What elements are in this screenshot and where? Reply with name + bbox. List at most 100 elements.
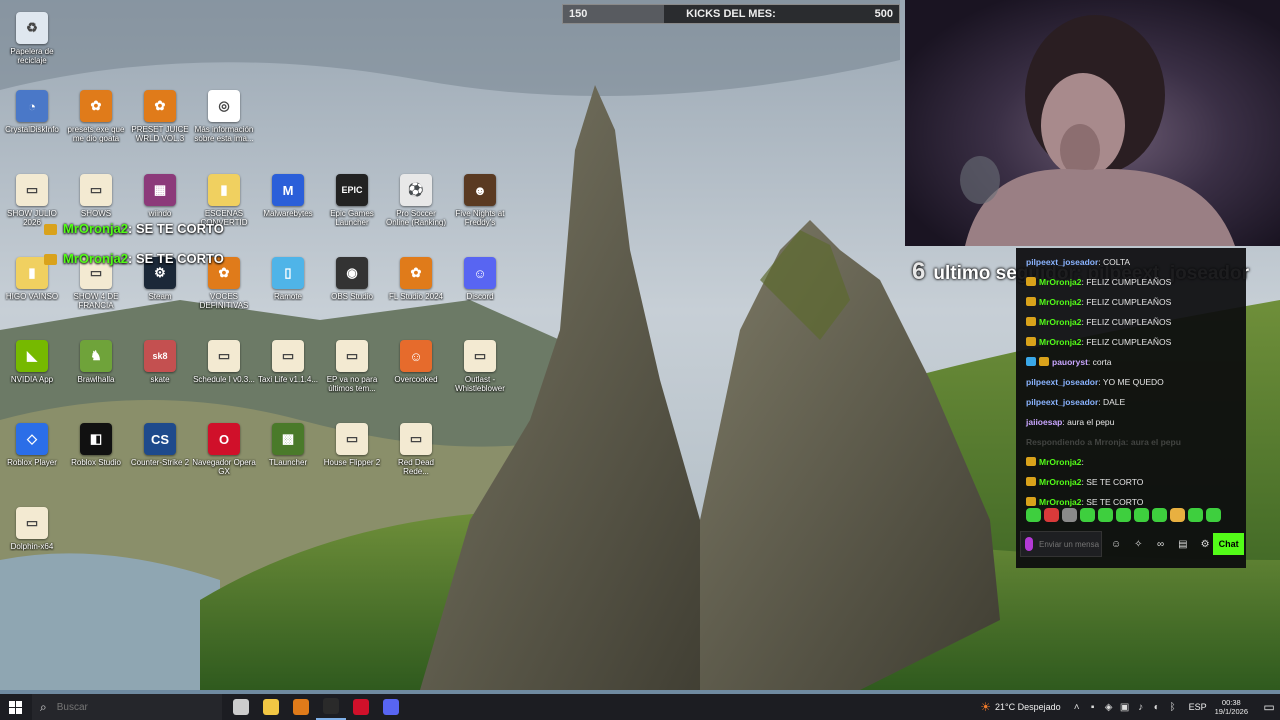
chat-message-text: : DALE [1098, 397, 1126, 407]
desktop-icon[interactable]: ▭ EP va no para últimos tem... [320, 338, 384, 416]
chat-username[interactable]: pauoryst [1052, 357, 1088, 367]
desktop-icon[interactable]: ▩ TLauncher [256, 421, 320, 499]
chat-username[interactable]: MrOronja2 [1039, 317, 1082, 327]
chat-username[interactable]: MrOronja2 [1039, 457, 1082, 467]
bluetooth-icon[interactable]: ᛒ [1165, 702, 1181, 713]
emote-icon[interactable] [1098, 508, 1113, 522]
notification-center-icon[interactable]: ▭ [1258, 700, 1280, 714]
desktop-icon[interactable]: sk8 skate [128, 338, 192, 416]
volume-icon[interactable]: ♪ [1133, 702, 1149, 713]
desktop-icon[interactable]: ✿ PRESET JUICE WRLD VOL.3 [128, 88, 192, 166]
emote-icon[interactable] [1188, 508, 1203, 522]
desktop-icon[interactable]: ◧ Roblox Studio [64, 421, 128, 499]
chevron-up-icon[interactable]: ˄ [1069, 702, 1085, 713]
desktop-icon[interactable]: ◣ NVIDIA App [0, 338, 64, 416]
desktop-icon[interactable]: EPIC Epic Games Launcher [320, 172, 384, 250]
chat-username[interactable]: jaiioesap [1026, 417, 1062, 427]
app-glyph [353, 699, 369, 715]
desktop-icon[interactable]: ▭ Dolphin-x64 [0, 505, 64, 583]
alert-message: : SE TE CORTO [128, 251, 224, 266]
desktop-icon[interactable]: ☺ Discord [448, 255, 512, 333]
mic-icon[interactable] [1025, 537, 1033, 551]
desktop-icon[interactable]: ☻ Five Nights at Freddy's [448, 172, 512, 250]
weather-widget[interactable]: ☀ 21°C Despejado [980, 700, 1060, 714]
desktop-icon-label: Red Dead Rede... [397, 458, 435, 476]
desktop-icon[interactable]: ▭ SHOW 4 DE FRANCIA [64, 255, 128, 333]
language-indicator[interactable]: ESP [1189, 702, 1207, 712]
emote-icon[interactable] [1134, 508, 1149, 522]
chat-username[interactable]: pilpeext_joseador [1026, 377, 1098, 387]
obs-studio-icon[interactable] [316, 694, 346, 720]
chat-message-input[interactable] [1039, 539, 1099, 549]
clock[interactable]: 00:38 19/1/2026 [1215, 698, 1248, 716]
desktop-icon[interactable]: ◇ Roblox Player [0, 421, 64, 499]
desktop-icon[interactable]: ⚽ Pro Soccer Online (Ranking) [384, 172, 448, 250]
desktop-icon[interactable]: ♻ Papelera de reciclaje [0, 10, 64, 88]
desktop-icon[interactable]: O Navegador Opera GX [192, 421, 256, 499]
chat-username[interactable]: Respondiendo a Mrronja: aura el pepu [1026, 437, 1181, 447]
desktop-icon-label: Counter-Strike 2 [130, 458, 190, 467]
taskbar-search[interactable]: ⌕ [32, 694, 222, 720]
gift-icon[interactable]: ✧ [1130, 535, 1146, 553]
chat-send-button[interactable]: Chat [1213, 533, 1244, 555]
chat-username[interactable]: MrOronja2 [1039, 477, 1082, 487]
desktop-icon[interactable]: ◔ CrystalDiskInfo [0, 88, 64, 166]
file-explorer-icon[interactable] [256, 694, 286, 720]
chat-username[interactable]: MrOronja2 [1039, 277, 1082, 287]
chat-username[interactable]: MrOronja2 [1039, 497, 1082, 507]
desktop-icon[interactable]: ▭ SHOW JULIO 2026 [0, 172, 64, 250]
tray-app-icon[interactable]: ◐ [1149, 702, 1165, 713]
fl-studio-icon[interactable] [286, 694, 316, 720]
desktop-icon[interactable]: ✿ VOCES DEFINITIVAS [192, 255, 256, 333]
desktop-icon[interactable]: M Malwarebytes [256, 172, 320, 250]
desktop-icon[interactable]: ☺ Overcooked [384, 338, 448, 416]
emote-icon[interactable] [1206, 508, 1221, 522]
task-view-icon[interactable] [226, 694, 256, 720]
emote-icon[interactable] [1152, 508, 1167, 522]
desktop-icon[interactable]: ▮ HIGO VAINSO [0, 255, 64, 333]
desktop-icon[interactable]: ▯ Ramote [256, 255, 320, 333]
taskbar-search-input[interactable] [56, 701, 177, 713]
emote-icon[interactable] [1026, 508, 1041, 522]
discord-icon[interactable] [376, 694, 406, 720]
user-badge-icon [1026, 497, 1036, 506]
chat-username[interactable]: MrOronja2 [1039, 297, 1082, 307]
store-icon[interactable]: ▤ [1175, 535, 1191, 553]
desktop-icon[interactable]: ◎ Más información sobre esta ima... [192, 88, 256, 166]
chat-username[interactable]: MrOronja2 [1039, 337, 1082, 347]
desktop-icon[interactable]: CS Counter-Strike 2 [128, 421, 192, 499]
desktop-icon[interactable]: ▭ Taxi Life v1.1.4... [256, 338, 320, 416]
desktop-icon[interactable]: ♞ Brawlhalla [64, 338, 128, 416]
opera-gx-icon[interactable] [346, 694, 376, 720]
emote-icon[interactable] [1080, 508, 1095, 522]
follower-count: 6 [912, 258, 926, 285]
desktop-icon[interactable]: ▭ Red Dead Rede... [384, 421, 448, 499]
desktop-icon[interactable]: ▭ Outlast - Whistleblower [448, 338, 512, 416]
tray-app-icon[interactable]: ◈ [1101, 702, 1117, 713]
chat-input-field[interactable] [1020, 531, 1102, 557]
start-button[interactable] [0, 694, 30, 720]
chat-username[interactable]: pilpeext_joseador [1026, 397, 1098, 407]
emote-icon[interactable] [1044, 508, 1059, 522]
tray-app-icon[interactable]: ▪ [1085, 702, 1101, 713]
desktop-icon[interactable]: ▭ House Flipper 2 [320, 421, 384, 499]
desktop-icon[interactable]: ▦ wiindo [128, 172, 192, 250]
emote-icon[interactable] [1170, 508, 1185, 522]
desktop-icon-label: Discord [466, 292, 494, 301]
emote-icon[interactable] [1116, 508, 1131, 522]
emoji-icon[interactable]: ☺ [1108, 535, 1124, 553]
chat-username[interactable]: pilpeext_joseador [1026, 257, 1098, 267]
chat-message: jaiioesap: aura el pepu [1016, 412, 1246, 432]
chat-message-list[interactable]: pilpeext_joseador: COLTA MrOronja2: FELIZ… [1016, 252, 1246, 512]
infinity-icon[interactable]: ∞ [1152, 535, 1168, 553]
desktop-icon[interactable]: ⚙ Steam [128, 255, 192, 333]
network-icon[interactable]: ▣ [1117, 702, 1133, 713]
desktop-icon[interactable]: ◉ OBS Studio [320, 255, 384, 333]
desktop-icon[interactable]: ✿ presets.exe que me dio goata [64, 88, 128, 166]
desktop-icon[interactable]: ▭ Schedule I v0.3... [192, 338, 256, 416]
desktop-icon[interactable]: ✿ FL Studio 2024 [384, 255, 448, 333]
settings-gear-icon[interactable]: ⚙ [1197, 535, 1213, 553]
desktop-icon[interactable]: ▭ SHOWS [64, 172, 128, 250]
emote-icon[interactable] [1062, 508, 1077, 522]
desktop-icon[interactable]: ▮ ESCENAS CONVERTID [192, 172, 256, 250]
